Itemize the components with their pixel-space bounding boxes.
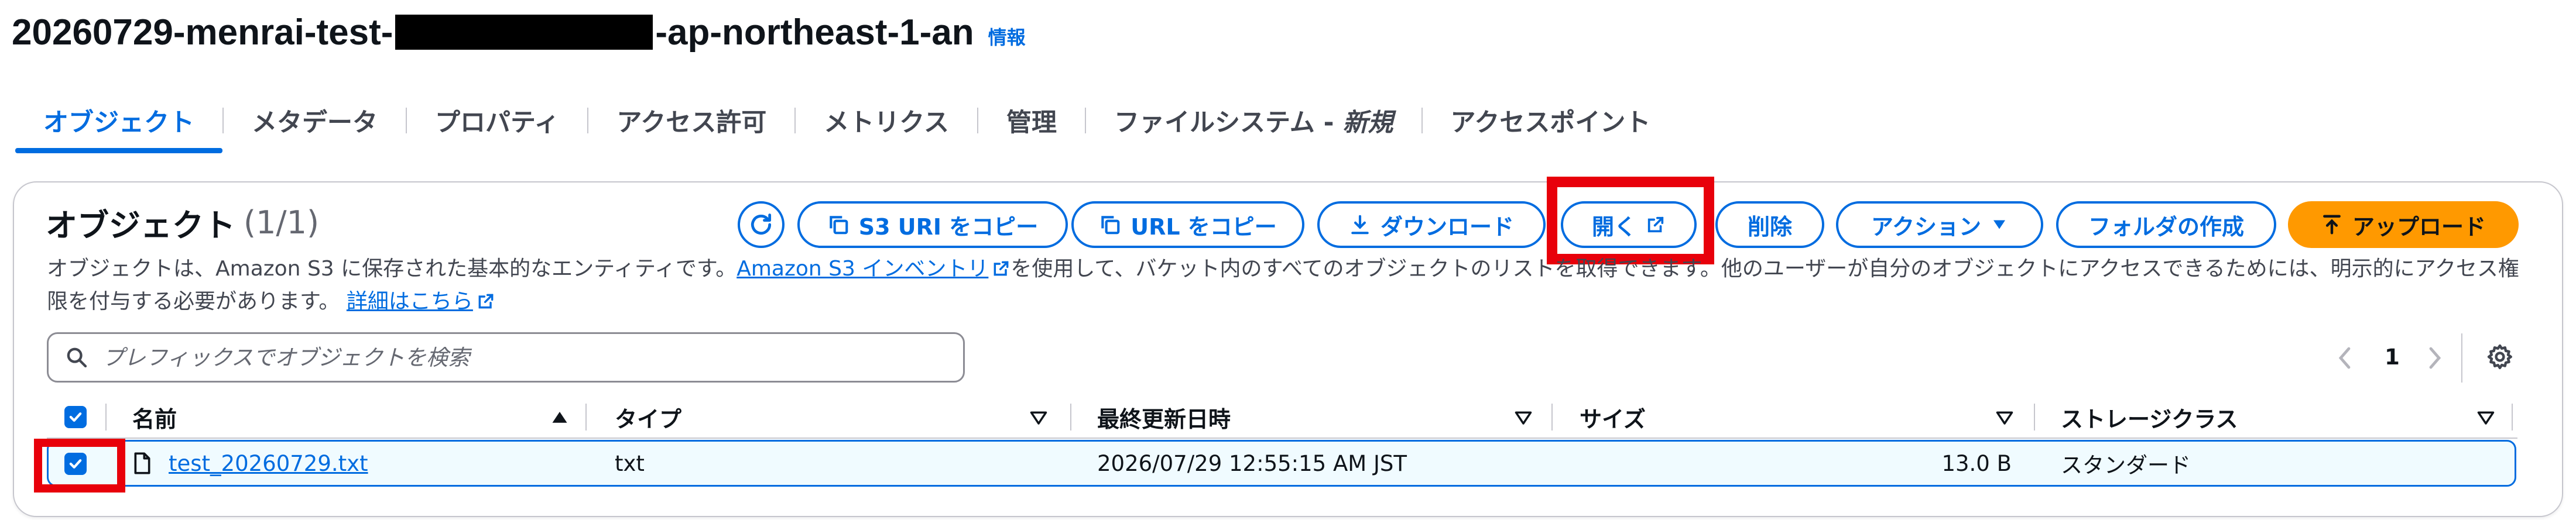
download-icon [1351,215,1369,235]
chevron-left-icon [2338,347,2351,369]
delete-button[interactable]: 削除 [1715,201,1824,248]
objects-title: オブジェクト [46,206,235,244]
column-divider [1070,404,1071,431]
column-header-type[interactable]: タイプ [615,398,681,436]
page-number[interactable]: 1 [2380,339,2404,374]
tab-bar: オブジェクト メタデータ プロパティ アクセス許可 メトリクス 管理 ファイルシ… [15,88,1713,153]
upload-button[interactable]: アップロード [2288,201,2519,248]
download-label: ダウンロード [1380,213,1514,240]
sort-ascending-icon[interactable] [549,407,570,428]
caret-down-icon [1993,220,2006,229]
checkmark-icon [69,412,82,422]
preferences-button[interactable] [2482,339,2517,374]
tab-file-system[interactable]: ファイルシステム - 新規 [1086,88,1421,153]
tab-properties[interactable]: プロパティ [407,88,587,153]
size-cell: 13.0 B [1941,450,2012,476]
objects-description: オブジェクトは、Amazon S3 に保存された基本的なエンティティです。Ama… [47,253,2529,318]
tab-objects[interactable]: オブジェクト [15,88,222,153]
next-page-button[interactable] [2423,340,2446,376]
column-divider [2512,404,2513,431]
create-folder-label: フォルダの作成 [2088,213,2244,240]
storage-class-cell: スタンダード [2061,453,2191,478]
search-input[interactable] [101,344,923,371]
tab-file-system-label: ファイルシステム - [1114,108,1343,137]
chevron-right-icon [2429,347,2441,369]
last-modified-cell: 2026/07/29 12:55:15 AM JST [1097,450,1407,476]
upload-label: アップロード [2352,213,2486,240]
external-link-icon [994,261,1009,276]
tab-new-badge: 新規 [1342,108,1393,137]
objects-heading: オブジェクト (1/1) [46,199,319,246]
copy-icon [830,216,848,235]
objects-count: (1/1) [244,204,320,241]
copy-url-button[interactable]: URL をコピー [1071,201,1304,248]
select-all-checkbox[interactable] [64,406,87,428]
row-checkbox-highlight [34,439,125,493]
table-header-divider [47,438,2517,439]
tab-metrics[interactable]: メトリクス [796,88,977,153]
info-link[interactable]: 情報 [988,23,1026,50]
tab-metadata[interactable]: メタデータ [224,88,406,153]
learn-more-link[interactable]: 詳細はこちら [347,290,473,314]
column-divider [1551,404,1553,431]
refresh-icon [751,213,772,235]
copy-icon [1101,216,1120,235]
column-header-last-modified[interactable]: 最終更新日時 [1097,398,1231,436]
sort-icon[interactable] [1513,407,1534,428]
actions-dropdown[interactable]: アクション [1836,201,2043,248]
column-divider [105,404,107,431]
column-divider [2034,404,2035,431]
copy-url-label: URL をコピー [1131,213,1277,240]
column-divider [585,404,587,431]
search-icon [67,347,87,368]
copy-s3-uri-button[interactable]: S3 URI をコピー [797,201,1068,248]
tab-access-points[interactable]: アクセスポイント [1423,88,1679,153]
gear-icon [2487,344,2512,370]
previous-page-button[interactable] [2334,340,2357,376]
download-button[interactable]: ダウンロード [1317,201,1546,248]
refresh-button[interactable] [738,201,785,248]
file-icon [134,452,150,474]
bucket-title: 20260729-menrai-test- -ap-northeast-1-an … [12,6,1026,58]
create-folder-button[interactable]: フォルダの作成 [2056,201,2276,248]
column-header-name[interactable]: 名前 [132,398,177,436]
redacted-block [395,15,653,50]
description-text-1: オブジェクトは、Amazon S3 に保存された基本的なエンティティです。 [47,257,737,281]
tab-permissions[interactable]: アクセス許可 [588,88,794,153]
bucket-name-prefix: 20260729-menrai-test- [12,12,393,53]
pagination-divider [2461,333,2462,383]
sort-icon[interactable] [1028,407,1049,428]
sort-icon[interactable] [1994,407,2015,428]
external-link-icon [478,294,494,309]
upload-icon [2323,215,2341,235]
inventory-link[interactable]: Amazon S3 インベントリ [737,257,988,281]
copy-s3-uri-label: S3 URI をコピー [858,213,1039,240]
actions-label: アクション [1871,213,1982,240]
file-type-cell: txt [615,450,645,476]
search-box [47,332,965,383]
bucket-name-suffix: -ap-northeast-1-an [655,12,974,53]
column-header-size[interactable]: サイズ [1580,398,1646,436]
column-header-storage-class[interactable]: ストレージクラス [2061,398,2238,436]
delete-label: 削除 [1747,213,1792,240]
tab-management[interactable]: 管理 [978,88,1085,153]
open-button-highlight [1547,177,1714,264]
file-name-cell: test_20260729.txt [132,440,368,487]
sort-icon[interactable] [2475,407,2496,428]
file-name-link[interactable]: test_20260729.txt [169,451,368,476]
